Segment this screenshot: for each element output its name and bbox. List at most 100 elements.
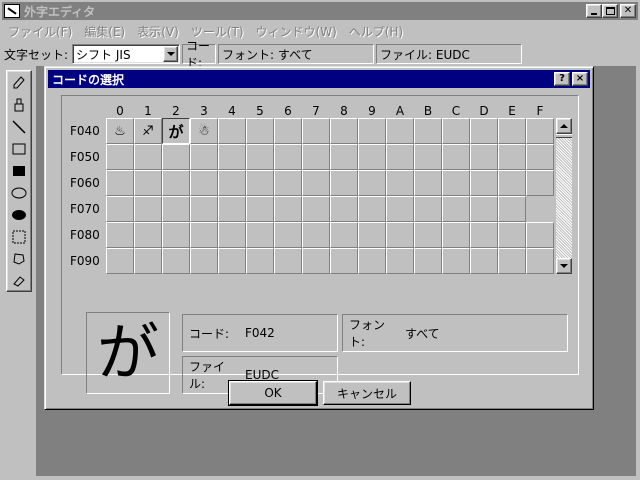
code-cell[interactable]: [498, 144, 526, 170]
code-cell[interactable]: [134, 170, 162, 196]
code-cell[interactable]: [162, 248, 190, 274]
code-cell[interactable]: [190, 144, 218, 170]
pencil-icon[interactable]: [8, 72, 30, 93]
code-cell[interactable]: [386, 170, 414, 196]
help-button[interactable]: ?: [554, 72, 570, 86]
code-cell[interactable]: [442, 248, 470, 274]
code-cell[interactable]: [526, 196, 554, 222]
code-cell[interactable]: ♨: [106, 118, 134, 144]
code-cell[interactable]: [414, 170, 442, 196]
filled-ellipse-icon[interactable]: [8, 204, 30, 225]
scroll-down-button[interactable]: [556, 258, 572, 274]
maximize-button[interactable]: [602, 4, 618, 18]
code-cell[interactable]: [274, 144, 302, 170]
app-icon[interactable]: [4, 4, 20, 18]
code-cell[interactable]: [218, 118, 246, 144]
code-cell[interactable]: [414, 222, 442, 248]
code-cell[interactable]: [218, 222, 246, 248]
code-cell[interactable]: [498, 196, 526, 222]
code-cell[interactable]: [302, 170, 330, 196]
code-cell[interactable]: [302, 144, 330, 170]
code-cell[interactable]: [274, 248, 302, 274]
code-cell[interactable]: [106, 196, 134, 222]
code-cell[interactable]: [358, 248, 386, 274]
code-cell[interactable]: [274, 196, 302, 222]
code-cell[interactable]: [246, 196, 274, 222]
hollow-ellipse-icon[interactable]: [8, 182, 30, 203]
code-cell[interactable]: [526, 170, 554, 196]
charset-dropdown-button[interactable]: [163, 46, 179, 62]
grid-scrollbar[interactable]: [556, 118, 572, 274]
code-cell[interactable]: [246, 144, 274, 170]
code-cell[interactable]: [218, 196, 246, 222]
code-cell[interactable]: [330, 118, 358, 144]
code-cell[interactable]: [470, 118, 498, 144]
minimize-button[interactable]: [586, 4, 602, 18]
code-cell[interactable]: [386, 118, 414, 144]
app-titlebar[interactable]: 外字エディタ ✕: [2, 2, 638, 20]
code-cell[interactable]: [274, 118, 302, 144]
code-cell[interactable]: [526, 144, 554, 170]
code-cell[interactable]: [386, 196, 414, 222]
code-cell[interactable]: [498, 248, 526, 274]
menu-edit[interactable]: 編集(E): [78, 23, 131, 40]
code-cell[interactable]: ☃: [190, 118, 218, 144]
code-cell[interactable]: [330, 170, 358, 196]
brush-icon[interactable]: [8, 94, 30, 115]
code-cell[interactable]: [330, 248, 358, 274]
code-cell[interactable]: [190, 170, 218, 196]
code-cell[interactable]: [442, 196, 470, 222]
code-cell[interactable]: [218, 144, 246, 170]
code-cell[interactable]: [134, 144, 162, 170]
code-cell[interactable]: [526, 248, 554, 274]
cancel-button[interactable]: キャンセル: [323, 381, 411, 405]
code-cell[interactable]: [498, 222, 526, 248]
code-cell[interactable]: [358, 170, 386, 196]
code-cell[interactable]: [106, 170, 134, 196]
close-button[interactable]: ✕: [620, 4, 636, 18]
code-cell[interactable]: [386, 248, 414, 274]
hollow-rect-icon[interactable]: [8, 138, 30, 159]
menu-help[interactable]: ヘルプ(H): [343, 23, 409, 40]
code-cell[interactable]: [218, 248, 246, 274]
code-cell[interactable]: [470, 222, 498, 248]
scroll-track[interactable]: [556, 138, 572, 258]
code-cell[interactable]: [386, 144, 414, 170]
menu-file[interactable]: ファイル(F): [2, 23, 78, 40]
code-cell[interactable]: [162, 196, 190, 222]
dialog-titlebar[interactable]: コードの選択 ? ×: [48, 70, 590, 88]
code-cell[interactable]: [106, 248, 134, 274]
code-cell[interactable]: [470, 144, 498, 170]
code-cell[interactable]: [302, 248, 330, 274]
code-cell[interactable]: [414, 144, 442, 170]
code-cell[interactable]: [470, 196, 498, 222]
code-cell[interactable]: [218, 170, 246, 196]
code-cell[interactable]: [246, 118, 274, 144]
code-cell[interactable]: [162, 170, 190, 196]
code-cell[interactable]: [414, 118, 442, 144]
code-cell[interactable]: [190, 248, 218, 274]
code-cell[interactable]: [302, 222, 330, 248]
rect-select-icon[interactable]: [8, 226, 30, 247]
code-cell[interactable]: [358, 196, 386, 222]
code-cell[interactable]: [358, 144, 386, 170]
code-cell[interactable]: [526, 222, 554, 248]
code-cell[interactable]: [246, 248, 274, 274]
code-cell[interactable]: [190, 222, 218, 248]
ok-button[interactable]: OK: [228, 380, 318, 406]
code-cell[interactable]: [302, 118, 330, 144]
code-cell[interactable]: [134, 248, 162, 274]
dialog-close-button[interactable]: ×: [572, 72, 588, 86]
filled-rect-icon[interactable]: [8, 160, 30, 181]
code-cell[interactable]: [526, 118, 554, 144]
code-cell[interactable]: [470, 170, 498, 196]
code-cell[interactable]: [330, 222, 358, 248]
code-cell[interactable]: [414, 196, 442, 222]
code-cell[interactable]: [190, 196, 218, 222]
code-cell[interactable]: [274, 222, 302, 248]
line-icon[interactable]: [8, 116, 30, 137]
code-cell[interactable]: [442, 170, 470, 196]
code-cell[interactable]: [386, 222, 414, 248]
code-cell[interactable]: [498, 170, 526, 196]
scroll-up-button[interactable]: [556, 118, 572, 134]
